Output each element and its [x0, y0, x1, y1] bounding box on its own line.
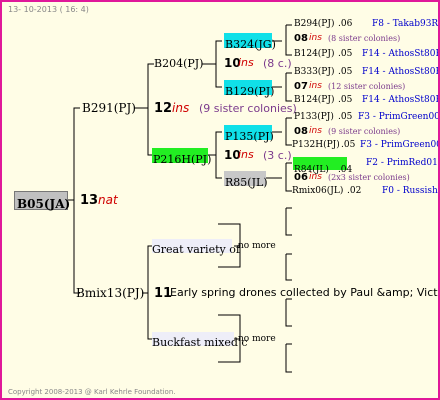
gen4-r85-name: R85(JL)	[225, 176, 268, 189]
gen5-name[interactable]: B124(PJ)	[294, 96, 334, 105]
gen5-generation: 08	[294, 126, 308, 137]
gen5-name[interactable]: B124(PJ)	[294, 50, 334, 59]
gen5-origin: F14 - AthosSt80R	[362, 95, 440, 105]
gen3-great-variety-name: Great variety of	[152, 243, 240, 256]
gen3-buckfast-no-more: no more	[238, 334, 276, 344]
gen5-sisters: (9 sister colonies)	[328, 127, 401, 136]
gen5-generation: 06	[294, 172, 308, 183]
gen2-upper-name[interactable]: B291(PJ)	[82, 102, 136, 114]
gen5-value: .05	[338, 112, 353, 122]
gen5-sisters: (8 sister colonies)	[328, 34, 401, 43]
gen4-b324-place: ins	[238, 56, 254, 69]
root-bee-box[interactable]: B05(JA)	[14, 191, 71, 211]
gen5-value: .05	[338, 49, 353, 59]
gen5-sisters: (12 sister colonies)	[328, 82, 406, 91]
gen5-name[interactable]: Rmix06(JL)	[292, 187, 343, 196]
gen5-place: ins	[309, 172, 322, 182]
gen5-value: .05	[338, 95, 353, 105]
gen5-sisters: (2x3 sister colonies)	[328, 173, 410, 182]
gen4-b324-box[interactable]: B324(JG)	[224, 33, 276, 50]
gen3-great-variety-no-more: no more	[238, 241, 276, 251]
gen4-r85-box[interactable]: R85(JL)	[224, 171, 268, 189]
gen5-place: ins	[309, 33, 322, 43]
gen5-name[interactable]: B294(PJ)	[294, 20, 334, 29]
gen5-origin: F8 - Takab93R	[372, 19, 439, 29]
gen5-generation: 08	[294, 33, 308, 44]
pedigree-panel: 13- 10-2013 ( 16: 4) B05(JA) 13 nat B291…	[0, 0, 440, 400]
timestamp: 13- 10-2013 ( 16: 4)	[8, 5, 89, 14]
gen3-b204-name[interactable]: B204(PJ)	[154, 58, 203, 69]
gen5-place: ins	[309, 126, 322, 136]
root-place: nat	[98, 193, 118, 207]
gen2-lower-note: Early spring drones collected by Paul &a…	[170, 286, 440, 299]
gen5-name[interactable]: B333(PJ)	[294, 68, 334, 77]
gen3-great-variety-box[interactable]: Great variety of	[152, 239, 240, 255]
gen3-buckfast-name: Buckfast mixed c	[152, 336, 248, 349]
gen4-b324-sisters: (8 c.)	[263, 57, 292, 70]
gen5-r84-box[interactable]: R84(JL) .04	[293, 157, 352, 175]
gen3-buckfast-box[interactable]: Buckfast mixed c	[152, 332, 248, 348]
gen5-origin: F0 - Russish	[382, 186, 438, 196]
gen5-value: .02	[347, 186, 362, 196]
gen5-origin: F2 - PrimRed01	[366, 158, 438, 168]
gen5-place: ins	[309, 81, 322, 91]
gen2-upper-sisters: (9 sister colonies)	[199, 102, 297, 115]
gen4-p135-name: P135(PJ)	[225, 130, 274, 143]
gen3-p216h-place: ins	[238, 148, 254, 161]
gen3-p216h-name: P216H(PJ)	[153, 153, 212, 166]
gen3-p216h-sisters: (3 c.)	[263, 149, 292, 162]
gen5-name[interactable]: P132H(PJ)	[292, 141, 340, 150]
root-bee-name: B05(JA)	[17, 197, 71, 211]
copyright-footer: Copyright 2008-2013 @ Karl Kehrle Founda…	[8, 388, 176, 396]
gen2-upper-generation: 12	[154, 101, 173, 116]
gen2-lower-name[interactable]: Bmix13(PJ)	[76, 287, 144, 299]
gen4-b324-name: B324(JG)	[225, 38, 276, 51]
gen5-value: .05	[341, 140, 356, 150]
gen3-p216h-box[interactable]: P216H(PJ)	[152, 148, 212, 166]
gen4-b129-box[interactable]: B129(PJ)	[224, 80, 275, 98]
gen4-p135-box[interactable]: P135(PJ)	[224, 125, 274, 143]
gen5-generation: 07	[294, 81, 308, 92]
gen5-value: .06	[338, 19, 353, 29]
gen5-origin: F14 - AthosSt80R	[362, 67, 440, 77]
root-generation: 13	[80, 193, 99, 208]
gen5-name[interactable]: P133(PJ)	[294, 113, 334, 122]
gen5-origin: F14 - AthosSt80R	[362, 49, 440, 59]
gen5-origin: F3 - PrimGreen00	[360, 140, 440, 150]
gen5-value: .05	[338, 67, 353, 77]
gen5-origin: F3 - PrimGreen00	[358, 112, 440, 122]
gen2-upper-place: ins	[172, 101, 190, 115]
gen4-b129-name: B129(PJ)	[225, 85, 275, 98]
